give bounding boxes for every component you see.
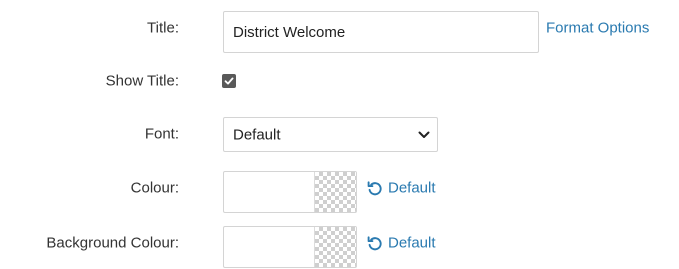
colour-picker[interactable] [223,171,357,213]
background-colour-picker[interactable] [223,226,357,268]
title-input[interactable] [223,11,539,53]
background-colour-default-link[interactable]: Default [367,235,436,252]
colour-default-label: Default [388,179,436,197]
font-label: Font: [144,125,179,143]
chevron-down-icon [418,131,430,138]
background-colour-default-label: Default [388,234,436,252]
title-label: Title: [147,19,179,37]
check-icon [224,77,234,85]
background-colour-row: Background Colour: Default [0,221,679,268]
show-title-row: Show Title: [0,59,679,103]
show-title-label: Show Title: [105,72,179,90]
format-options-link[interactable]: Format Options [546,20,649,37]
font-select[interactable]: Default [223,117,438,152]
font-select-value: Default [233,126,281,143]
font-row: Font: Default [0,112,679,156]
colour-row: Colour: Default [0,166,679,213]
background-colour-label: Background Colour: [46,234,179,252]
colour-default-link[interactable]: Default [367,180,436,197]
colour-swatch[interactable] [314,172,356,212]
colour-label: Colour: [130,179,179,197]
reset-icon [367,235,382,250]
show-title-checkbox[interactable] [222,74,236,88]
reset-icon [367,180,382,195]
background-colour-swatch[interactable] [314,227,356,267]
title-row: Title: Format Options [0,6,679,53]
